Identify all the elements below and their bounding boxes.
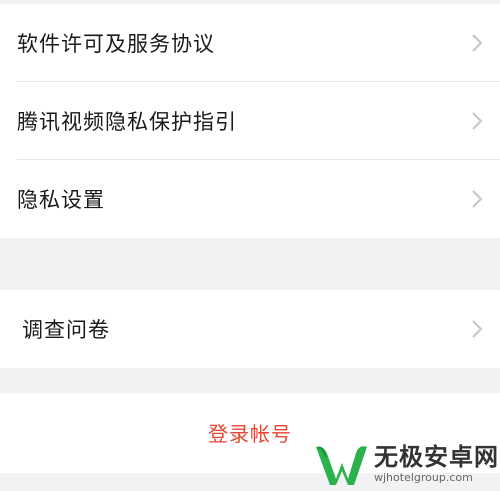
settings-item-privacy-guide[interactable]: 腾讯视频隐私保护指引 [0, 82, 500, 160]
chevron-right-icon [472, 320, 483, 338]
settings-item-label: 腾讯视频隐私保护指引 [17, 110, 237, 134]
survey-group: 调查问卷 [0, 290, 500, 368]
chevron-right-icon [472, 34, 483, 52]
chevron-right-icon [472, 190, 483, 208]
watermark: 无极安卓网 wjhotelgroup.com [312, 437, 500, 491]
watermark-text: 无极安卓网 wjhotelgroup.com [374, 443, 499, 485]
watermark-title: 无极安卓网 [374, 443, 499, 471]
watermark-url: wjhotelgroup.com [374, 471, 473, 484]
settings-item-label: 调查问卷 [22, 318, 110, 342]
settings-item-label: 软件许可及服务协议 [17, 32, 215, 56]
settings-item-privacy-settings[interactable]: 隐私设置 [0, 160, 500, 238]
settings-item-license[interactable]: 软件许可及服务协议 [0, 4, 500, 82]
settings-item-survey[interactable]: 调查问卷 [0, 290, 500, 368]
chevron-right-icon [472, 112, 483, 130]
watermark-logo-icon [316, 446, 367, 485]
settings-group: 软件许可及服务协议 腾讯视频隐私保护指引 隐私设置 [0, 4, 500, 238]
settings-item-label: 隐私设置 [17, 188, 105, 212]
